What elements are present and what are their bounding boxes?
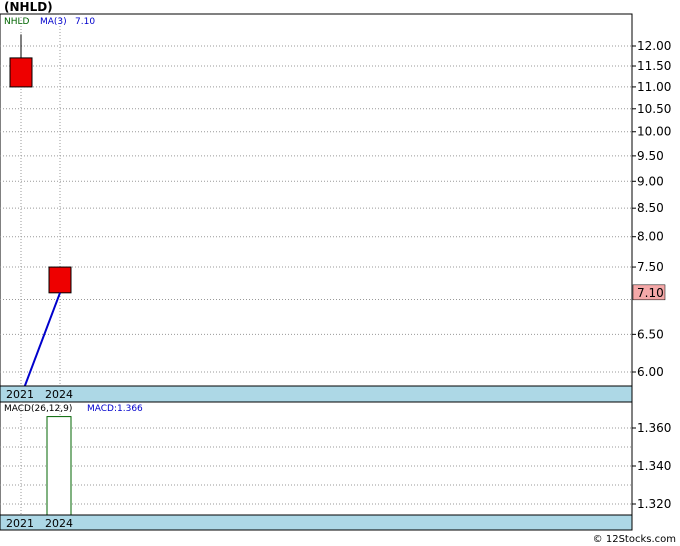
price-y-tick-label: 12.00 [637,39,671,53]
macd-y-tick-label: 1.360 [637,421,671,435]
macd-x-tick-label: 2024 [45,517,73,530]
legend-ma-label: MA(3) [40,17,67,27]
stock-chart: (NHLD) 12.00 11.50 11.00 10.50 10.00 9.50 9.00… [0,0,676,545]
price-y-tick-label: 8.50 [637,201,664,215]
macd-x-tick-label: 2021 [6,517,34,530]
macd-x-axis-band [0,514,633,531]
price-y-tick-label: 9.50 [637,149,664,163]
price-x-axis-band [0,385,633,403]
macd-y-tick-label: 1.340 [637,459,671,473]
candle-body [48,266,72,294]
macd-marks [46,416,72,516]
chart-title: (NHLD) [4,0,53,14]
price-y-tick-label: 11.50 [637,59,671,73]
price-x-tick-label: 2024 [45,388,73,401]
price-y-tick-label: 8.00 [637,230,664,244]
candle-body [9,57,33,88]
price-y-tick-label: 11.00 [637,80,671,94]
watermark: © 12Stocks.com [593,534,676,545]
macd-y-tick-label: 1.320 [637,497,671,511]
macd-bar [46,416,72,516]
price-y-tick-label: 6.50 [637,327,664,341]
macd-legend-value: MACD:1.366 [87,404,143,414]
price-y-tick-label: 6.00 [637,365,664,379]
macd-y-axis: 1.360 1.340 1.320 [632,421,671,511]
macd-legend-name: MACD(26,12,9) [4,404,72,414]
macd-panel: 1.360 1.340 1.320 2021 2024 MACD(26,12,9) M… [0,401,671,531]
price-y-tick-label: 9.00 [637,174,664,188]
legend-ma-value: 7.10 [75,17,95,27]
last-price-label: 7.10 [637,286,664,300]
legend-symbol: NHLD [4,17,30,27]
price-x-tick-label: 2021 [6,388,34,401]
price-y-tick-label: 10.50 [637,102,671,116]
price-panel: 12.00 11.50 11.00 10.50 10.00 9.50 9.00 8.50 8.0… [0,13,671,404]
price-y-tick-label: 10.00 [637,125,671,139]
price-y-tick-label: 7.50 [637,260,664,274]
price-y-axis: 12.00 11.50 11.00 10.50 10.00 9.50 9.00 8.50 8.0… [632,39,671,379]
